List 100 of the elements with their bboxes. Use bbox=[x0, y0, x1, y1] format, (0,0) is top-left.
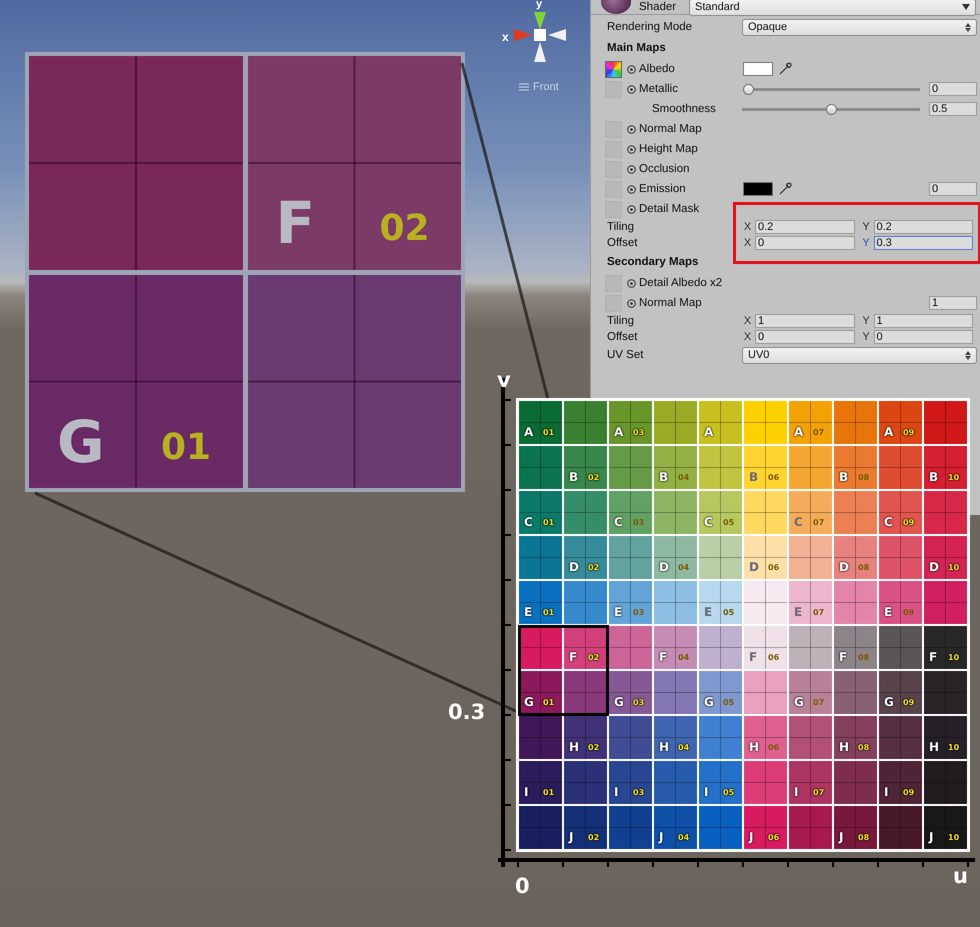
axis-label: X bbox=[742, 315, 752, 327]
tile-letter: F bbox=[569, 651, 578, 663]
tile-number: 03 bbox=[633, 609, 644, 617]
tile-letter: G bbox=[884, 696, 894, 708]
texture-thumbnail[interactable] bbox=[605, 60, 622, 78]
tile-number: 09 bbox=[903, 789, 914, 797]
tile-number: 03 bbox=[633, 429, 644, 437]
tile-number: 03 bbox=[633, 519, 644, 527]
tile-letter: A bbox=[524, 426, 534, 438]
axis-label: 0 bbox=[515, 876, 530, 897]
tile-letter: E bbox=[794, 606, 802, 618]
tile-letter: J bbox=[749, 831, 754, 843]
tile-letter: D bbox=[929, 561, 939, 573]
number-field[interactable]: 0.2 bbox=[874, 220, 973, 234]
tile-number: 10 bbox=[948, 474, 960, 482]
target-icon[interactable] bbox=[627, 64, 636, 74]
tile-letter: F bbox=[749, 651, 758, 663]
tile-letter: E bbox=[704, 606, 712, 618]
slider-thumb[interactable] bbox=[743, 84, 754, 94]
tile-number: 01 bbox=[161, 430, 212, 466]
field-label: Offset bbox=[607, 331, 638, 343]
axis-label: y bbox=[536, 0, 542, 10]
tile-number: 01 bbox=[543, 429, 554, 437]
tile-number: 05 bbox=[723, 699, 734, 707]
tile-number: 10 bbox=[948, 564, 960, 572]
color-swatch[interactable] bbox=[743, 62, 773, 76]
tile-number: 04 bbox=[678, 744, 690, 752]
field-label: Normal Map bbox=[639, 297, 703, 309]
tile-letter: G bbox=[524, 696, 534, 708]
value-field[interactable]: 0 bbox=[929, 82, 977, 96]
dropdown-field[interactable]: UV0 bbox=[742, 346, 977, 364]
value-field[interactable]: 0 bbox=[929, 182, 977, 196]
tile-letter: I bbox=[794, 786, 798, 798]
tile-number: 01 bbox=[543, 519, 554, 527]
target-icon[interactable] bbox=[627, 298, 636, 308]
tile-number: 08 bbox=[858, 654, 870, 662]
number-field[interactable]: 1 bbox=[755, 314, 854, 328]
tile-letter: F bbox=[839, 651, 848, 663]
field-label: Albedo bbox=[639, 63, 676, 75]
slider-thumb[interactable] bbox=[826, 104, 836, 114]
target-icon[interactable] bbox=[627, 124, 636, 134]
target-icon[interactable] bbox=[627, 204, 636, 214]
tile-number: 02 bbox=[588, 834, 600, 842]
tile-number: 08 bbox=[858, 834, 870, 842]
shader-dropdown[interactable]: Standard bbox=[689, 0, 976, 16]
tile-letter: E bbox=[614, 606, 622, 618]
axis-label: Y bbox=[861, 237, 871, 249]
field-label: Emission bbox=[639, 183, 687, 195]
tile-number: 10 bbox=[948, 654, 960, 662]
number-field[interactable]: 0 bbox=[755, 330, 854, 344]
tile-letter: G bbox=[614, 696, 624, 708]
tile-number: 02 bbox=[588, 744, 600, 752]
tile-letter: F bbox=[276, 194, 316, 252]
tile-number: 09 bbox=[903, 699, 914, 707]
axis-label: v bbox=[497, 370, 511, 391]
target-icon[interactable] bbox=[627, 144, 636, 154]
tile-letter: I bbox=[614, 786, 618, 798]
number-field[interactable]: 0 bbox=[755, 236, 854, 250]
menu-icon[interactable] bbox=[519, 83, 529, 91]
tile-number: 05 bbox=[723, 609, 734, 617]
tile-letter: H bbox=[659, 741, 670, 753]
tile-number: 09 bbox=[903, 429, 914, 437]
value-field[interactable]: 0.5 bbox=[929, 102, 977, 116]
target-icon[interactable] bbox=[627, 164, 636, 174]
tile-number: 08 bbox=[858, 564, 870, 572]
target-icon[interactable] bbox=[627, 84, 636, 94]
target-icon[interactable] bbox=[627, 278, 636, 288]
field-label: Smoothness bbox=[651, 103, 717, 115]
axis-label: X bbox=[742, 221, 752, 233]
eyedropper-icon[interactable] bbox=[778, 182, 792, 196]
tile-letter: E bbox=[524, 606, 532, 618]
value-field[interactable]: 1 bbox=[929, 296, 977, 310]
tile-letter: G bbox=[57, 412, 105, 470]
dropdown-field[interactable]: Opaque bbox=[742, 18, 977, 36]
axis-label: Y bbox=[861, 315, 871, 327]
tile-number: 02 bbox=[588, 564, 600, 572]
tile-number: 10 bbox=[948, 744, 960, 752]
number-field[interactable]: 1 bbox=[874, 314, 973, 328]
shader-label: Shader bbox=[639, 1, 678, 13]
axis-label: x bbox=[502, 30, 509, 44]
tile-letter: G bbox=[704, 696, 714, 708]
target-icon[interactable] bbox=[627, 184, 636, 194]
tile-letter: A bbox=[884, 426, 894, 438]
number-field[interactable]: 0.2 bbox=[755, 220, 854, 234]
tile-letter: B bbox=[929, 471, 938, 483]
section-heading: Main Maps bbox=[607, 42, 667, 54]
number-field[interactable]: 0 bbox=[874, 330, 973, 344]
tile-number: 09 bbox=[903, 609, 914, 617]
tile-letter: C bbox=[614, 516, 623, 528]
field-label: Height Map bbox=[639, 143, 699, 155]
color-swatch[interactable] bbox=[743, 182, 773, 196]
tile-letter: I bbox=[884, 786, 888, 798]
number-field[interactable]: 0.3 bbox=[874, 236, 973, 250]
field-label: Normal Map bbox=[639, 123, 703, 135]
eyedropper-icon[interactable] bbox=[778, 62, 792, 76]
tile-letter: A bbox=[794, 426, 804, 438]
tile-number: 07 bbox=[813, 699, 824, 707]
field-label: Tiling bbox=[607, 221, 636, 233]
tile-number: 07 bbox=[813, 609, 824, 617]
tile-number: 08 bbox=[858, 474, 870, 482]
